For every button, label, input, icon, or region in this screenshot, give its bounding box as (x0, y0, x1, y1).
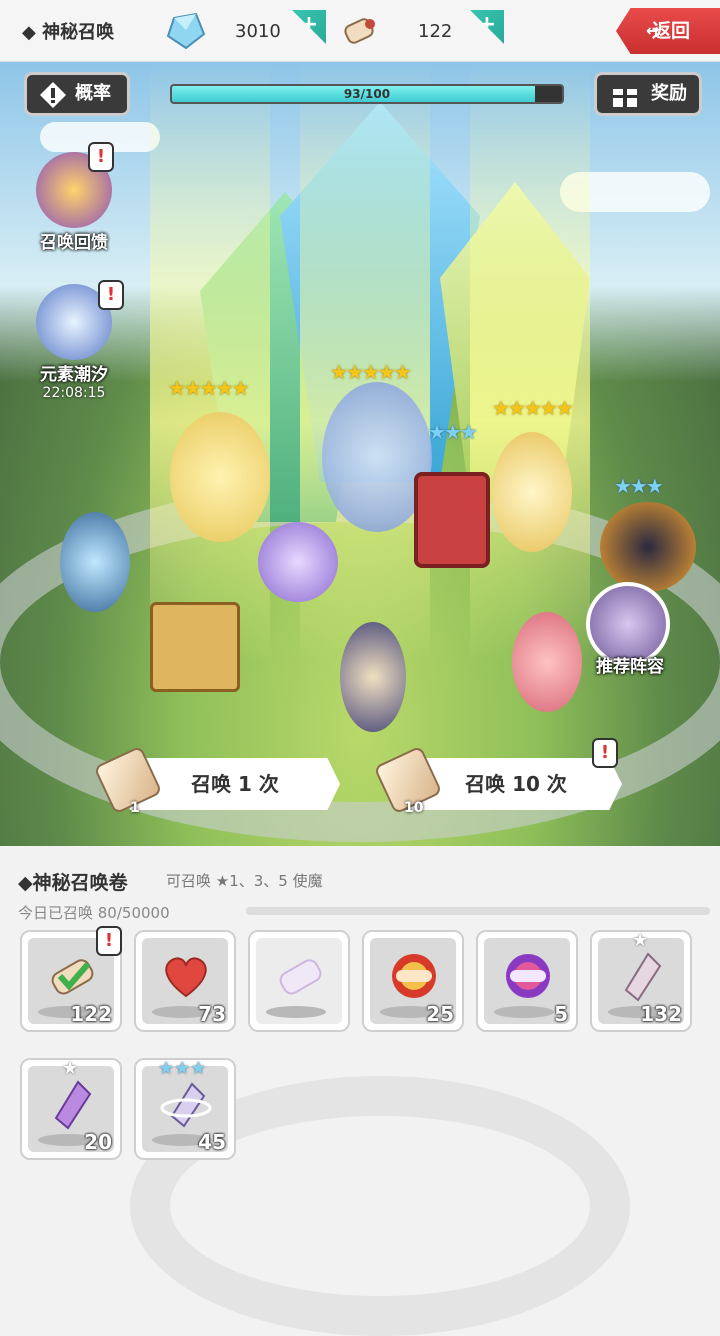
gem-count: 3010 (235, 21, 281, 42)
crystal-shard-icon (624, 952, 662, 1002)
today-count-label: 今日已召唤 80/50000 (18, 904, 170, 922)
summon-progress-bar: 93/100 (170, 84, 564, 104)
gem-counter: 3010 + (160, 10, 330, 52)
scroll-count: 122 (418, 21, 453, 42)
star-rating: ★★★ (614, 474, 664, 498)
item-quantity: 25 (426, 1002, 454, 1026)
item-slot[interactable]: 25 (362, 930, 464, 1032)
recommend-team-label: 推荐阵容 (596, 657, 664, 677)
red-scroll-icon (392, 954, 436, 998)
star-rating: ★★★★★ (168, 376, 250, 400)
reward-button[interactable]: 奖励 (594, 72, 702, 116)
alert-diamond-icon (40, 82, 66, 108)
rate-button[interactable]: 概率 (24, 72, 130, 116)
back-button[interactable]: ↩ 返回 (616, 8, 720, 54)
tree-character[interactable] (150, 602, 240, 692)
alert-icon: ! (592, 738, 618, 768)
alert-icon: ! (96, 926, 122, 956)
purple-shard-icon (54, 1080, 92, 1130)
ring-shard-icon (160, 1082, 212, 1128)
panel-title: ◆神秘召唤卷 (18, 872, 128, 894)
star-rating: ★★★ (428, 420, 478, 444)
sun-character[interactable] (600, 502, 696, 592)
summon-10-cost: 10 (404, 800, 424, 816)
item-slot[interactable]: 5 (476, 930, 578, 1032)
archer-character[interactable] (60, 512, 130, 612)
gem-icon (166, 12, 206, 50)
today-progress-bar (246, 907, 710, 915)
heart-icon (165, 957, 207, 998)
queen-character[interactable] (492, 432, 572, 552)
progress-text: 93/100 (343, 87, 391, 101)
scroll-counter: 122 + (336, 10, 506, 52)
event-timer: 22:08:15 (42, 385, 106, 401)
scroll-panel: ◆神秘召唤卷 可召唤 ★1、3、5 使魔 今日已召唤 80/50000 122 … (0, 846, 720, 1336)
event-label: 召唤回馈 (40, 233, 108, 253)
light-beam (470, 62, 590, 662)
summon-1-label: 召唤 1 次 (191, 772, 279, 796)
top-bar: ◆ 神秘召唤 3010 + 122 + ↩ 返回 (0, 0, 720, 62)
star-rating: ★★★★★ (492, 396, 574, 420)
mermaid-character[interactable] (170, 412, 270, 542)
item-quantity: 5 (554, 1002, 568, 1026)
item-quantity: 20 (84, 1130, 112, 1154)
rate-label: 概率 (75, 83, 111, 104)
back-arrow-icon: ↩ (646, 21, 660, 40)
purple-scroll-icon (279, 959, 322, 995)
summon-10-button[interactable]: 召唤 10 次 (410, 758, 622, 810)
fairy-character[interactable] (258, 522, 338, 602)
fox-character[interactable] (512, 612, 582, 712)
scroll-check-icon (51, 959, 94, 995)
summon-scene: 概率 93/100 奖励 召唤回馈 ! 元素潮汐 22:08:15 ! ★★★★… (0, 62, 720, 846)
add-gems-button[interactable]: + (292, 10, 326, 44)
item-slot[interactable]: ★ 20 (20, 1058, 122, 1160)
event-label: 元素潮汐 (40, 365, 108, 385)
summon-1-cost: 1 (130, 800, 140, 816)
summon-10-label: 召唤 10 次 (465, 772, 567, 796)
page-title: ◆ 神秘召唤 (22, 22, 115, 43)
purple-orb-scroll-icon (506, 954, 550, 998)
scroll-icon (344, 18, 375, 44)
item-quantity: 122 (70, 1002, 112, 1026)
add-scrolls-button[interactable]: + (470, 10, 504, 44)
gift-icon (613, 89, 637, 107)
item-slot[interactable]: 73 (134, 930, 236, 1032)
light-beam (150, 62, 270, 662)
panel-subtitle: 可召唤 ★1、3、5 使魔 (166, 872, 323, 890)
item-quantity: 45 (198, 1130, 226, 1154)
item-slot[interactable]: ★ 132 (590, 930, 692, 1032)
item-slot[interactable] (248, 930, 350, 1032)
item-quantity: 73 (198, 1002, 226, 1026)
star-rating: ★★★★★ (330, 360, 412, 384)
summon-1-button[interactable]: 召唤 1 次 (130, 758, 340, 810)
item-quantity: 132 (640, 1002, 682, 1026)
skull-character[interactable] (340, 622, 406, 732)
alert-icon: ! (88, 142, 114, 172)
book-character[interactable] (414, 472, 490, 568)
alert-icon: ! (98, 280, 124, 310)
item-slot[interactable]: ★★★ 45 (134, 1058, 236, 1160)
reward-label: 奖励 (651, 83, 687, 104)
